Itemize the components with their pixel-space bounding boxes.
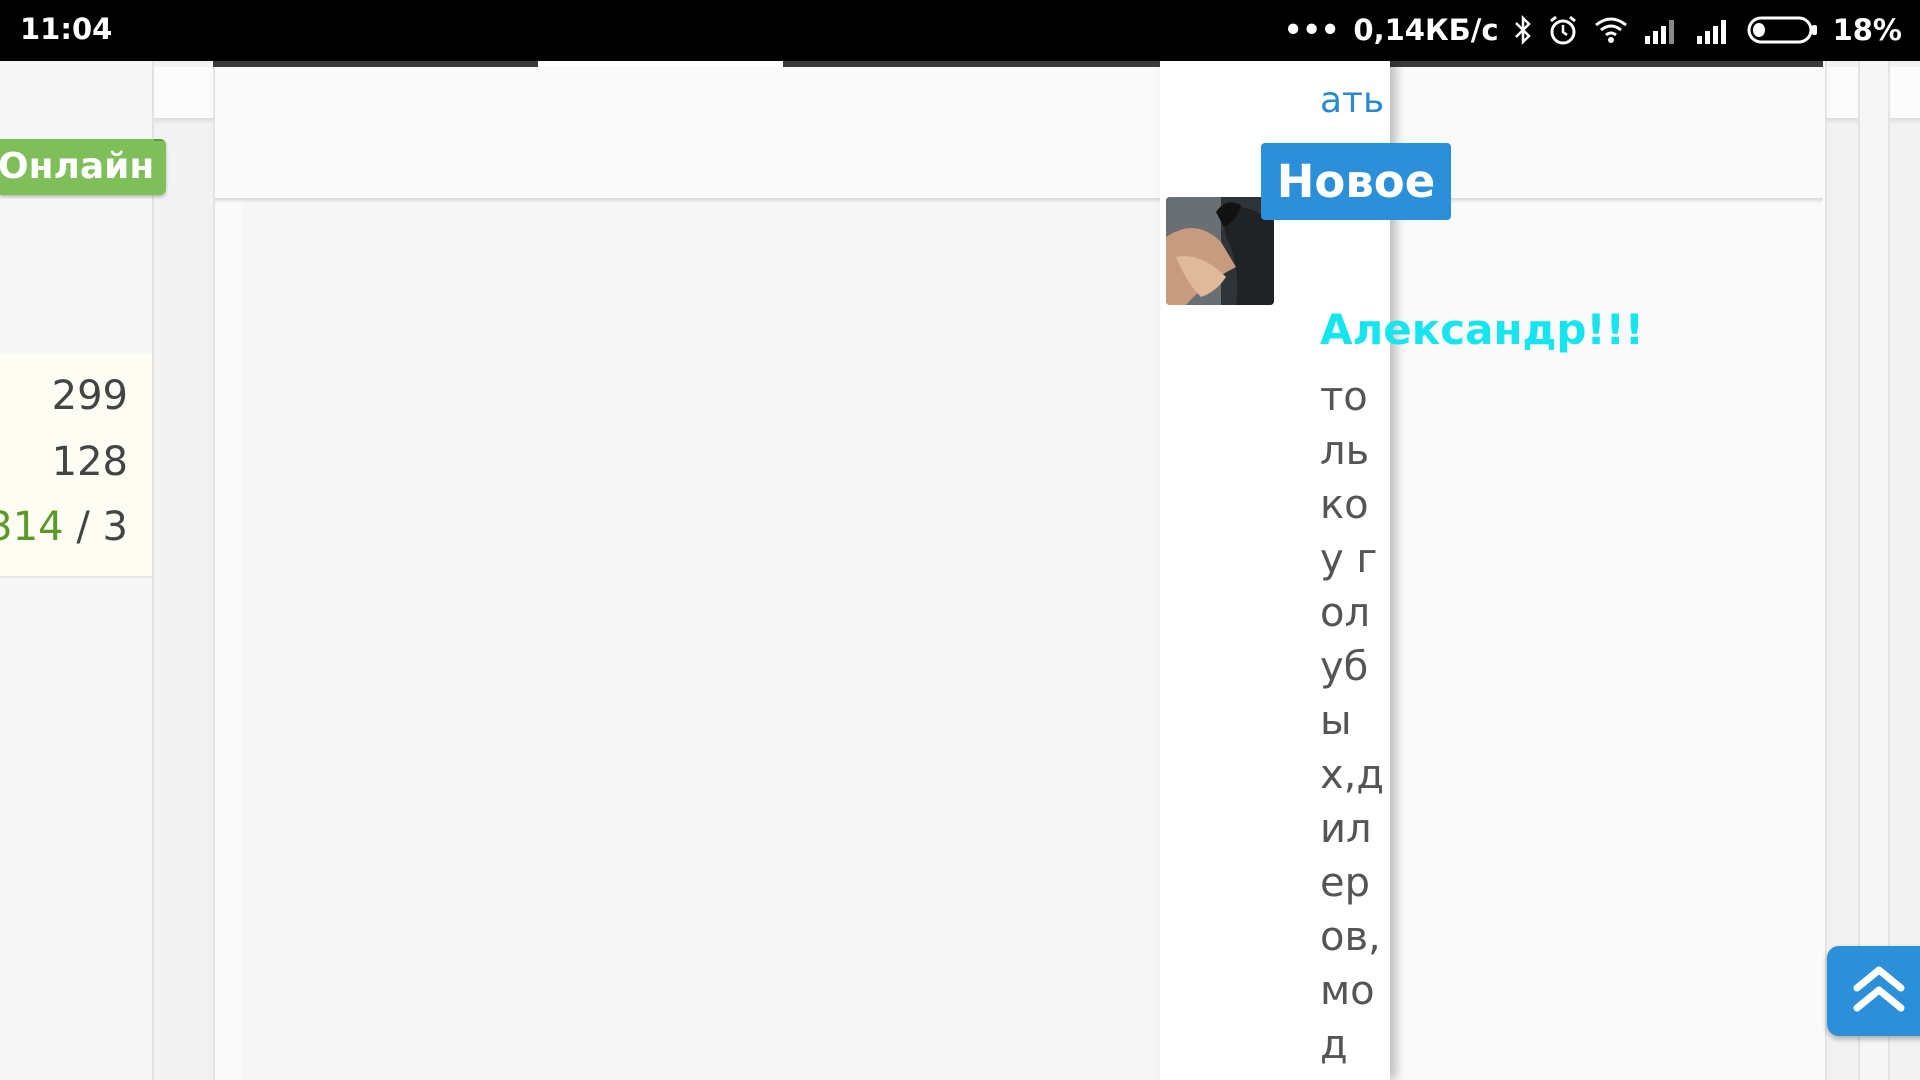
content-area: [242, 200, 1160, 1080]
new-badge: Новое: [1261, 143, 1451, 220]
status-icons: ••• 0,14КБ/с 18%: [1284, 10, 1902, 50]
battery-percent: 18%: [1832, 13, 1902, 47]
right-gutter: [1858, 61, 1890, 1080]
avatar[interactable]: [1166, 197, 1274, 305]
stat-rest: / 3: [63, 504, 128, 550]
status-bar: 11:04 ••• 0,14КБ/с 18%: [0, 0, 1920, 61]
bluetooth-icon: [1513, 14, 1533, 46]
online-badge[interactable]: Онлайн: [0, 139, 166, 195]
post-action-link[interactable]: ать: [1320, 80, 1384, 121]
signal-icon: [1695, 16, 1733, 44]
stat-value: 128: [51, 439, 128, 485]
stat-value: 299: [51, 373, 128, 419]
wifi-icon: [1593, 15, 1629, 45]
row-divider: [215, 198, 1823, 203]
stats-panel: 299 128 314 / 3: [0, 353, 152, 578]
network-speed: 0,14КБ/с: [1353, 13, 1499, 47]
tab-strip-dark: [213, 61, 538, 67]
clock: 11:04: [20, 12, 113, 46]
alarm-icon: [1547, 14, 1579, 46]
post-text: только у голубых,дилеров,мод: [1320, 374, 1385, 1068]
signal-icon: [1643, 16, 1681, 44]
double-chevron-up-icon: [1853, 966, 1905, 1012]
more-notifications-icon: •••: [1283, 13, 1340, 47]
stat-value: 314 / 3: [0, 504, 128, 550]
tab-strip-active: [538, 61, 783, 67]
post-author[interactable]: Александр!!!: [1320, 305, 1644, 354]
battery-icon: [1747, 15, 1819, 45]
scroll-to-top-button[interactable]: [1827, 946, 1920, 1036]
stat-green-value: 314: [0, 504, 64, 550]
